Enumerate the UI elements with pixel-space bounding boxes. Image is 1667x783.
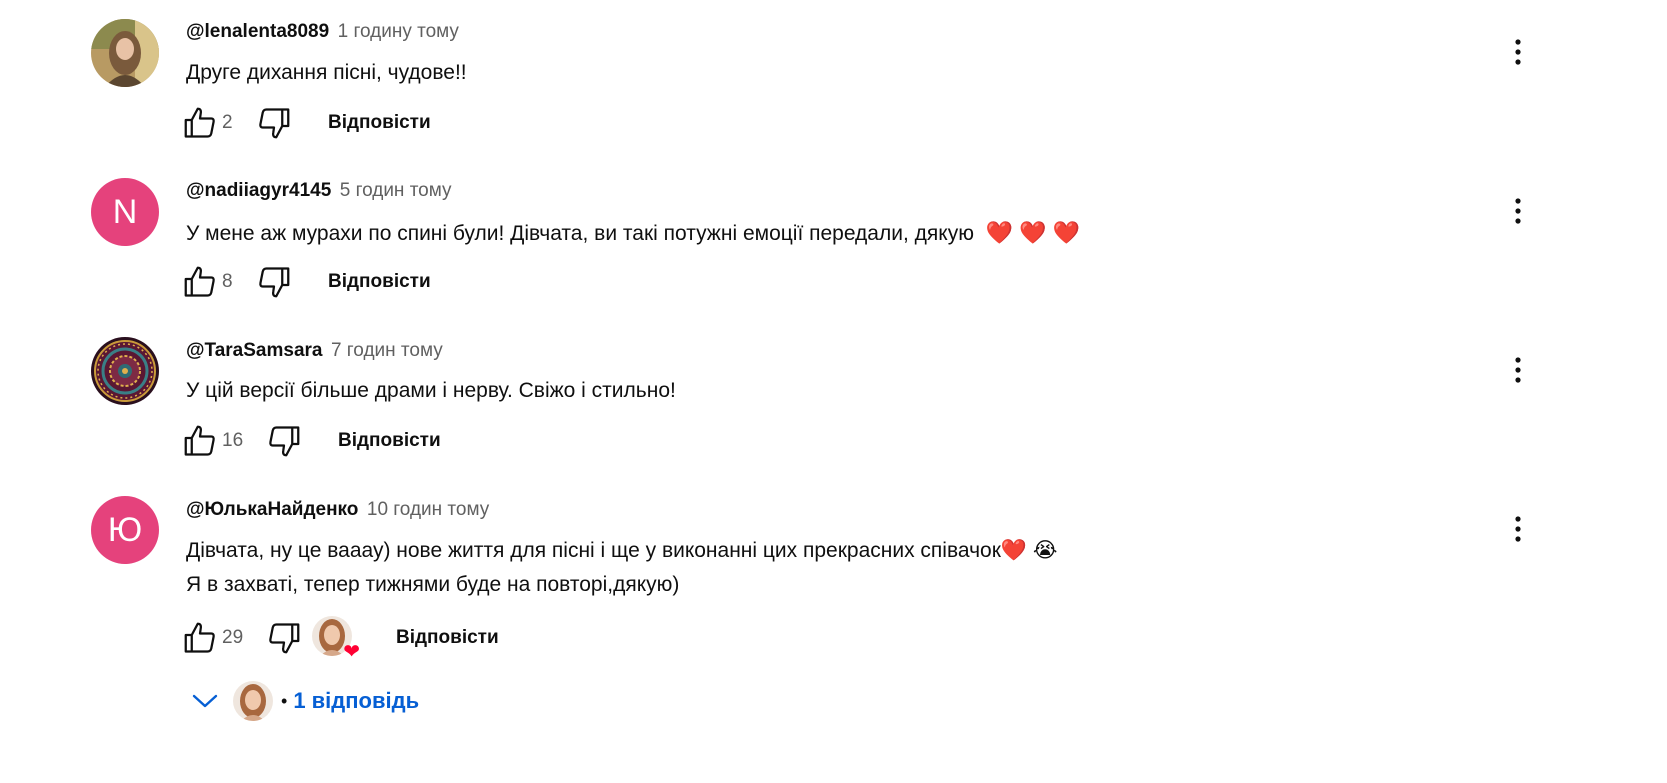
- like-button[interactable]: [180, 262, 220, 302]
- like-button[interactable]: [180, 103, 220, 143]
- like-button[interactable]: [180, 618, 220, 658]
- more-vert-icon: [1515, 357, 1521, 383]
- dislike-button[interactable]: [254, 103, 294, 143]
- thumb-up-icon: [184, 266, 215, 297]
- thumb-up-icon: [184, 107, 215, 138]
- comment-author[interactable]: @nadiiagyr4145: [186, 180, 331, 201]
- thumb-up-icon: [184, 425, 215, 456]
- thumb-up-icon: [184, 622, 215, 653]
- comment-author[interactable]: @TaraSamsara: [186, 340, 322, 361]
- thumb-down-icon: [269, 623, 300, 654]
- avatar-photo: [91, 19, 159, 87]
- avatar[interactable]: [91, 337, 159, 405]
- creator-heart-icon: ❤: [343, 641, 360, 663]
- comment-timestamp[interactable]: 7 годин тому: [331, 340, 443, 361]
- replies-count-label: 1 відповідь: [293, 688, 420, 713]
- dislike-button[interactable]: [264, 618, 304, 658]
- comment-timestamp[interactable]: 1 годину тому: [338, 21, 459, 42]
- comment-text-line: Я в захваті, тепер тижнями буде на повто…: [186, 573, 680, 596]
- dislike-button[interactable]: [254, 262, 294, 302]
- avatar[interactable]: N: [91, 178, 159, 246]
- reply-button[interactable]: Відповісти: [338, 430, 441, 452]
- show-replies-button[interactable]: • 1 відповідь: [185, 676, 419, 726]
- heart-emojis: ❤️ ❤️ ❤️: [985, 220, 1081, 245]
- chevron-down-icon: [185, 681, 225, 721]
- dislike-button[interactable]: [264, 421, 304, 461]
- reply-button[interactable]: Відповісти: [328, 112, 431, 134]
- comment-timestamp[interactable]: 5 годин тому: [340, 180, 452, 201]
- more-vert-icon: [1515, 39, 1521, 65]
- avatar-mandala: [91, 337, 159, 405]
- creator-heart-badge: ❤: [312, 616, 360, 662]
- reply-author-avatar: [233, 681, 273, 721]
- comment-menu-button[interactable]: [1498, 189, 1538, 233]
- comment-actions: 2 Відповісти: [180, 101, 431, 145]
- comment-menu-button[interactable]: [1498, 348, 1538, 392]
- comment-text: У цій версії більше драми і нерву. Свіжо…: [186, 374, 676, 408]
- like-button[interactable]: [180, 421, 220, 461]
- thumb-down-icon: [259, 267, 290, 298]
- comment-text-line: У мене аж мурахи по спині були! Дівчата,…: [186, 216, 1080, 251]
- like-count: 2: [222, 112, 233, 133]
- comment-text: Дівчата, ну це вааау) нове життя для піс…: [186, 534, 1057, 602]
- reply-button[interactable]: Відповісти: [328, 271, 431, 293]
- comment-actions: 8 Відповісти: [180, 260, 431, 304]
- more-vert-icon: [1515, 516, 1521, 542]
- comment-menu-button[interactable]: [1498, 507, 1538, 551]
- thumb-down-icon: [269, 426, 300, 457]
- more-vert-icon: [1515, 198, 1521, 224]
- comment-author[interactable]: @ЮлькаНайденко: [186, 499, 358, 520]
- avatar[interactable]: Ю: [91, 496, 159, 564]
- reply-author-avatar-photo: [233, 681, 273, 721]
- comment-text: У мене аж мурахи по спині були! Дівчата,…: [186, 216, 1080, 251]
- comment-text-content: У мене аж мурахи по спині були! Дівчата,…: [186, 222, 974, 245]
- comment-text-line: Друге дихання пісні, чудове!!: [186, 61, 467, 84]
- avatar-letter: N: [112, 192, 138, 231]
- like-count: 16: [222, 430, 244, 451]
- reply-button[interactable]: Відповісти: [396, 627, 499, 649]
- comment-timestamp[interactable]: 10 годин тому: [367, 499, 489, 520]
- comment-menu-button[interactable]: [1498, 30, 1538, 74]
- comment-text-line: Дівчата, ну це вааау) нове життя для піс…: [186, 539, 1058, 562]
- comment-actions: 29 ❤ Відповісти: [180, 616, 499, 662]
- separator-dot: •: [281, 690, 288, 711]
- comment-text-line: У цій версії більше драми і нерву. Свіжо…: [186, 379, 676, 402]
- avatar[interactable]: [91, 19, 159, 87]
- avatar-letter: Ю: [107, 510, 143, 549]
- comment-text: Друге дихання пісні, чудове!!: [186, 56, 467, 90]
- like-count: 8: [222, 271, 233, 292]
- like-count: 29: [222, 627, 244, 648]
- comment-author[interactable]: @lenalenta8089: [186, 21, 329, 42]
- comment-actions: 16 Відповісти: [180, 419, 441, 463]
- thumb-down-icon: [259, 108, 290, 139]
